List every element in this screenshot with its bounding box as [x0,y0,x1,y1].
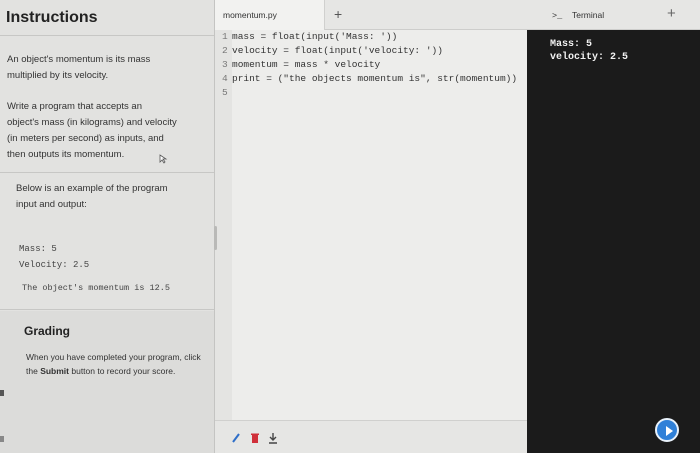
line-number: 1 [222,31,228,42]
code-text: print = ("the objects momentum is", str(… [232,73,518,84]
example-io: Mass: 5 Velocity: 2.5 [19,241,89,273]
example-line: Velocity: 2.5 [19,260,90,270]
example-line: Mass: 5 [19,244,57,254]
run-button[interactable] [655,418,679,442]
code-line-1: 1 mass = float(input('Mass: ')) [222,31,397,45]
example-output: The object's momentum is 12.5 [22,283,170,293]
play-icon [666,426,673,436]
terminal-line: velocity: 2.5 [550,52,629,63]
example-intro-line: Below is an example of the program [16,183,168,194]
description-line: multiplied by its velocity. [7,70,109,81]
code-line-2: 2 velocity = float(input('velocity: ')) [222,45,443,59]
terminal-line: Mass: 5 [550,39,593,50]
code-line-4: 4 print = ("the objects momentum is", str… [222,73,517,87]
example-intro-line: input and output: [16,199,87,210]
trash-icon[interactable] [250,432,260,444]
grading-text-submit: Submit [40,366,69,376]
grading-text: When you have completed your program, cl… [26,350,201,378]
grading-title: Grading [24,324,71,338]
task-line: then outputs its momentum. [7,149,125,160]
pencil-icon[interactable] [231,432,241,444]
edge-mark [0,390,4,396]
code-editor[interactable] [215,30,527,420]
task-line: object's mass (in kilograms) and velocit… [7,117,177,128]
terminal-tab-label: Terminal [572,10,605,20]
tab-terminal[interactable]: Terminal [528,0,648,30]
description-text: An object's momentum is its mass multipl… [7,52,202,84]
panel-resize-handle[interactable] [214,226,217,250]
mouse-pointer-icon [159,154,168,164]
line-number: 5 [222,87,228,98]
code-text: velocity = float(input('velocity: ')) [232,45,443,56]
example-intro-text: Below is an example of the program input… [16,181,211,213]
line-number: 2 [222,45,228,56]
instructions-header: Instructions [0,0,214,36]
tab-momentum-py[interactable]: momentum.py [215,0,325,30]
new-file-button[interactable]: + [334,6,342,22]
edge-mark [0,436,4,442]
task-line: Write a program that accepts an [7,101,142,112]
terminal-output[interactable] [527,30,700,453]
grading-text-post: button to record your score. [69,366,176,376]
task-text: Write a program that accepts an object's… [7,99,202,163]
download-icon[interactable] [268,432,278,444]
instructions-title: Instructions [6,8,98,26]
code-line-3: 3 momentum = mass * velocity [222,59,380,73]
code-text: mass = float(input('Mass: ')) [232,31,398,42]
task-line: (in meters per second) as inputs, and [7,133,164,144]
code-text: momentum = mass * velocity [232,59,381,70]
description-line: An object's momentum is its mass [7,54,151,65]
editor-toolbar [215,420,527,453]
new-terminal-button[interactable]: + [667,5,676,22]
tab-label: momentum.py [223,10,277,20]
line-number: 3 [222,59,228,70]
code-line-5: 5 [222,87,232,101]
line-number: 4 [222,73,228,84]
